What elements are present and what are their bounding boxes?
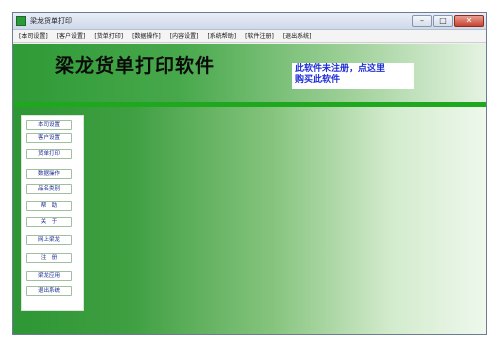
side-button-help[interactable]: 帮 助 [26,201,72,211]
registration-notice-line-2: 购买此软件 [295,75,341,85]
side-button-register[interactable]: 注 册 [26,253,72,263]
side-button-print-invoice[interactable]: 货单打印 [26,149,72,159]
app-banner-title: 梁龙货单打印软件 [55,55,216,77]
registration-notice-line-1: 此软件未注册，点这里 [295,64,386,74]
main-area: 本司设置 客户设置 货单打印 数据操作 品名类别 帮 助 关 于 网上梁龙 注 … [13,107,486,334]
minimize-button[interactable]: – [412,15,432,27]
title-bar[interactable]: 梁龙货单打印 – □ ✕ [13,13,486,30]
window-controls: – □ ✕ [412,15,484,28]
app-window: 梁龙货单打印 – □ ✕ [本司设置] [客户设置] [货单打印] [数据操作]… [12,12,487,335]
app-icon [16,16,26,26]
side-button-product-category[interactable]: 品名类别 [26,184,72,194]
close-button[interactable]: ✕ [454,15,484,27]
side-button-apps[interactable]: 梁龙应用 [26,271,72,281]
menu-print-invoice[interactable]: [货单打印] [94,30,123,43]
header-banner: 梁龙货单打印软件 此软件未注册，点这里 购买此软件 [13,44,486,102]
side-button-customer-settings[interactable]: 客户设置 [26,133,72,143]
window-title: 梁龙货单打印 [30,17,72,25]
side-button-exit[interactable]: 退出系统 [26,286,72,296]
menu-software-register[interactable]: [软件注册] [245,30,274,43]
menu-customer-settings[interactable]: [客户设置] [57,30,86,43]
side-button-company-settings[interactable]: 本司设置 [26,120,72,130]
menu-content-settings[interactable]: [内容设置] [170,30,199,43]
maximize-button[interactable]: □ [433,15,453,27]
menu-company-settings[interactable]: [本司设置] [19,30,48,43]
side-button-online[interactable]: 网上梁龙 [26,235,72,245]
side-menu-panel: 本司设置 客户设置 货单打印 数据操作 品名类别 帮 助 关 于 网上梁龙 注 … [21,115,84,311]
menu-system-help[interactable]: [系统帮助] [207,30,236,43]
side-button-data-operations[interactable]: 数据操作 [26,169,72,179]
menu-bar: [本司设置] [客户设置] [货单打印] [数据操作] [内容设置] [系统帮助… [13,30,486,43]
side-button-about[interactable]: 关 于 [26,217,72,227]
menu-exit-system[interactable]: [退出系统] [283,30,312,43]
registration-notice-link[interactable]: 此软件未注册，点这里 购买此软件 [292,63,414,89]
menu-data-operations[interactable]: [数据操作] [132,30,161,43]
